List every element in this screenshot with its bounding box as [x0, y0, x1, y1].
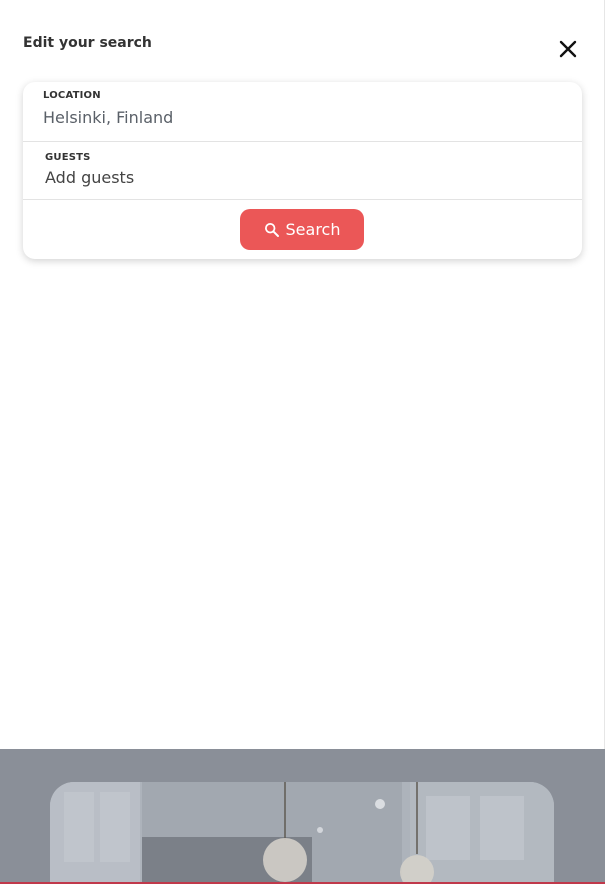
location-value: Helsinki, Finland [43, 108, 174, 127]
guests-placeholder: Add guests [45, 168, 135, 187]
location-field[interactable]: LOCATION Helsinki, Finland [23, 82, 582, 141]
search-icon [264, 222, 279, 237]
location-label: LOCATION [43, 90, 101, 101]
search-button[interactable]: Search [240, 209, 364, 250]
guests-label: GUESTS [45, 152, 91, 163]
search-button-label: Search [285, 220, 341, 239]
close-icon [559, 40, 577, 58]
search-form: LOCATION Helsinki, Finland GUESTS Add gu… [23, 82, 582, 259]
listing-photo [50, 782, 554, 884]
search-panel: Edit your search LOCATION Helsinki, Finl… [0, 0, 605, 749]
guests-field[interactable]: GUESTS Add guests [23, 142, 582, 199]
close-button[interactable] [556, 37, 580, 61]
divider [23, 199, 582, 200]
page-title: Edit your search [23, 35, 152, 51]
